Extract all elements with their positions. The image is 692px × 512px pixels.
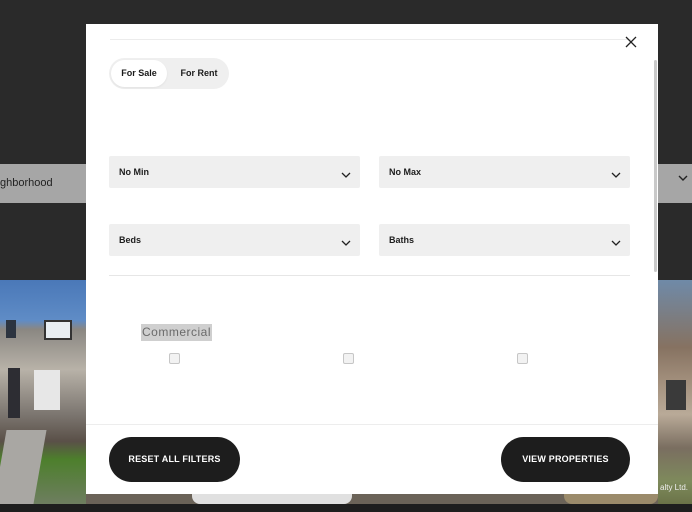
reset-filters-button[interactable]: RESET ALL FILTERS [109,437,240,482]
view-properties-button[interactable]: VIEW PROPERTIES [501,437,630,482]
for-sale-tab[interactable]: For Sale [111,60,167,87]
house-window [666,380,686,410]
house-door [8,368,20,418]
modal-scrollbar[interactable] [654,60,657,272]
chevron-down-icon [611,167,621,178]
house-window [6,320,16,338]
neighborhood-select-text: ghborhood [0,177,53,189]
baths-label: Baths [389,235,415,245]
min-price-select[interactable]: No Min [109,156,360,188]
listing-photo-right [658,280,692,504]
property-type-checkbox[interactable] [343,353,354,364]
chevron-down-icon [678,172,688,186]
for-rent-tab[interactable]: For Rent [171,60,227,87]
baths-select[interactable]: Baths [379,224,630,256]
listing-card [564,494,658,504]
house-walkway [0,430,47,504]
chevron-down-icon [611,235,621,246]
max-price-label: No Max [389,167,422,177]
max-price-select[interactable]: No Max [379,156,630,188]
close-button[interactable] [621,32,641,52]
close-icon [621,32,641,52]
chevron-down-icon [341,167,351,178]
modal-footer-divider [86,424,658,425]
min-price-label: No Min [119,167,149,177]
property-type-checkbox[interactable] [517,353,528,364]
chevron-down-icon [341,235,351,246]
beds-select[interactable]: Beds [109,224,360,256]
listing-type-toggle: For Sale For Rent [109,58,229,89]
house-door [34,370,60,410]
section-divider [109,275,630,276]
filter-modal: For Sale For Rent No Min No Max Beds Bat… [86,24,658,494]
house-window [44,320,72,340]
modal-divider [110,39,631,40]
listing-card [192,494,352,504]
listing-cards-strip [86,494,658,504]
photo-credit: alty Ltd. [660,483,689,492]
property-type-label: Commercial [141,324,213,341]
property-type-checkbox[interactable] [169,353,180,364]
listing-photo-left [0,280,86,504]
beds-label: Beds [119,235,142,245]
page-footer [0,504,692,512]
